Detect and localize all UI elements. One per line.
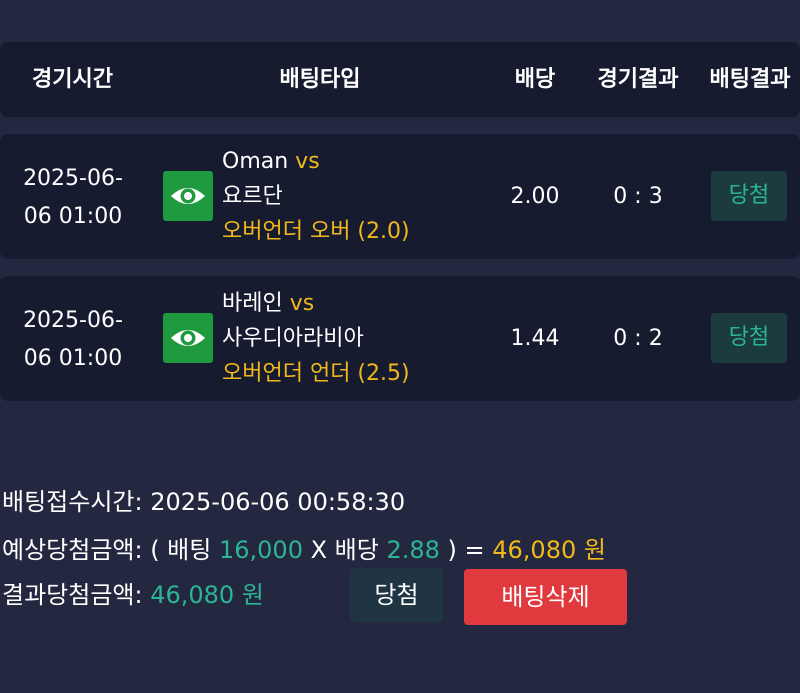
vs-label: vs [295,149,320,174]
equals-label: ) = [439,536,493,564]
expected-amount: 46,080 원 [492,536,606,564]
result-badge: 당첨 [711,171,787,221]
header-odds: 배당 [514,67,556,92]
game-date: 2025-06- [23,308,123,333]
accept-time-label: 배팅접수시간: [2,488,151,516]
header-game-result: 경기결과 [597,67,679,92]
game-clock: 06 01:00 [23,204,123,229]
header-bet-type: 배팅타입 [279,67,361,92]
total-odds: 2.88 [386,536,440,564]
vs-label: vs [289,291,315,316]
bet-accept-time: 배팅접수시간: 2025-06-06 00:58:30 [2,482,405,517]
game-time: 2025-06- 06 01:00 [18,160,128,236]
away-team: 요르단 [222,184,283,209]
home-team: Oman [222,149,289,174]
game-date: 2025-06- [23,166,123,191]
result-win-amount: 결과당첨금액: 46,080 원 [2,575,264,610]
view-detail-button[interactable] [163,171,213,221]
bet-market: 오버언더 언더 (2.5) [222,361,410,386]
game-clock: 06 01:00 [23,346,123,371]
match-info: 바레인 vs 사우디아라비아 오버언더 언더 (2.5) [222,286,502,391]
home-team: 바레인 [222,291,283,316]
game-time: 2025-06- 06 01:00 [18,302,128,378]
header-game-time: 경기시간 [32,67,113,92]
game-score: 0 : 2 [613,326,663,351]
match-info: Oman vs 요르단 오버언더 오버 (2.0) [222,144,502,249]
result-badge: 당첨 [711,313,787,363]
table-header: 경기시간 배팅타입 배당 경기결과 배팅결과 [0,42,800,117]
eye-icon [171,330,205,346]
eye-icon [171,188,205,204]
bet-market: 오버언더 오버 (2.0) [222,219,410,244]
view-detail-button[interactable] [163,313,213,363]
stake-amount: 16,000 [218,536,303,564]
game-score: 0 : 3 [613,184,663,209]
win-status-button[interactable]: 당첨 [350,568,443,622]
delete-bet-button[interactable]: 배팅삭제 [464,569,627,625]
expected-win-amount: 예상당첨금액: ( 배팅 16,000 X 배당 2.88 ) = 46,080… [2,530,606,565]
header-bet-result: 배팅결과 [709,67,791,92]
odds-value: 1.44 [510,326,560,351]
bet-row: 2025-06- 06 01:00 Oman vs 요르단 오버언더 오버 (2… [0,134,800,259]
times-label: X 배당 [302,536,387,564]
result-amount-label: 결과당첨금액: [2,581,151,609]
result-amount-value: 46,080 원 [150,581,264,609]
accept-time-value: 2025-06-06 00:58:30 [150,488,406,516]
odds-value: 2.00 [510,184,560,209]
bet-row: 2025-06- 06 01:00 바레인 vs 사우디아라비아 오버언더 언더… [0,276,800,401]
away-team: 사우디아라비아 [222,326,364,351]
expected-label: 예상당첨금액: ( 배팅 [2,536,219,564]
